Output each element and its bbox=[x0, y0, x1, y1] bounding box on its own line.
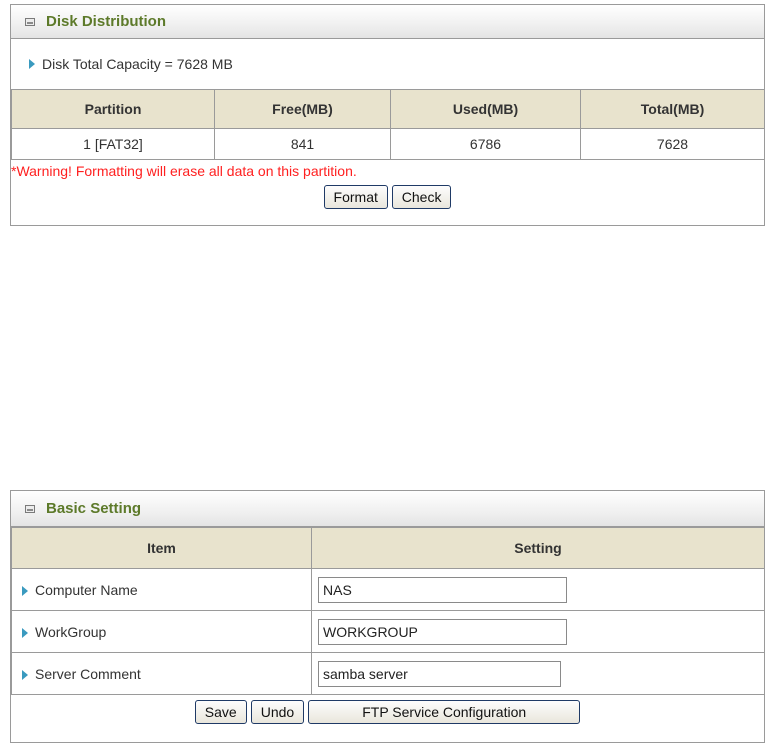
server-comment-label: Server Comment bbox=[35, 665, 141, 682]
disk-capacity-text: Disk Total Capacity = 7628 MB bbox=[42, 56, 233, 72]
workgroup-label: WorkGroup bbox=[35, 623, 107, 640]
partition-cell: 1 [FAT32] bbox=[11, 128, 215, 160]
setting-row-server-comment: Server Comment bbox=[11, 652, 765, 695]
used-cell: 6786 bbox=[390, 128, 581, 160]
bullet-arrow-icon bbox=[22, 669, 28, 680]
basic-panel-header: Basic Setting bbox=[11, 491, 764, 527]
setting-row-workgroup: WorkGroup bbox=[11, 610, 765, 653]
col-setting: Setting bbox=[311, 527, 765, 569]
panel-window-icon bbox=[25, 17, 35, 26]
undo-button[interactable]: Undo bbox=[250, 699, 305, 724]
format-warning: *Warning! Formatting will erase all data… bbox=[11, 163, 357, 179]
total-cell: 7628 bbox=[580, 128, 765, 160]
server-comment-item: Server Comment bbox=[11, 652, 312, 695]
partition-table-header: Partition Free(MB) Used(MB) Total(MB) bbox=[11, 89, 765, 129]
check-button[interactable]: Check bbox=[391, 185, 452, 209]
disk-panel-header: Disk Distribution bbox=[11, 5, 764, 39]
computer-name-input[interactable] bbox=[318, 576, 567, 603]
bullet-arrow-icon bbox=[22, 585, 28, 596]
table-row: 1 [FAT32] 841 6786 7628 bbox=[11, 128, 765, 160]
col-used: Used(MB) bbox=[390, 89, 581, 129]
workgroup-input[interactable] bbox=[318, 618, 567, 645]
bullet-arrow-icon bbox=[22, 627, 28, 638]
computer-name-item: Computer Name bbox=[11, 568, 312, 611]
settings-table: Item Setting Computer Name WorkGroup bbox=[11, 527, 765, 695]
disk-panel-title: Disk Distribution bbox=[46, 13, 167, 30]
server-comment-input[interactable] bbox=[318, 660, 561, 687]
format-button[interactable]: Format bbox=[323, 185, 388, 209]
basic-panel-title: Basic Setting bbox=[46, 500, 142, 517]
disk-distribution-panel: Disk Distribution Disk Total Capacity = … bbox=[10, 4, 765, 226]
free-cell: 841 bbox=[214, 128, 391, 160]
col-item: Item bbox=[11, 527, 312, 569]
col-total: Total(MB) bbox=[580, 89, 765, 129]
disk-button-row: Format Check bbox=[11, 185, 764, 209]
workgroup-setting bbox=[311, 610, 765, 653]
computer-name-label: Computer Name bbox=[35, 581, 138, 598]
basic-button-row: Save Undo FTP Service Configuration bbox=[11, 695, 764, 728]
bullet-arrow-icon bbox=[29, 59, 35, 69]
workgroup-item: WorkGroup bbox=[11, 610, 312, 653]
settings-table-header: Item Setting bbox=[11, 527, 765, 569]
ftp-service-config-button[interactable]: FTP Service Configuration bbox=[308, 699, 581, 724]
basic-setting-panel: Basic Setting Item Setting Computer Name… bbox=[10, 490, 765, 743]
computer-name-setting bbox=[311, 568, 765, 611]
partition-table: Partition Free(MB) Used(MB) Total(MB) 1 … bbox=[11, 89, 765, 160]
setting-row-computer-name: Computer Name bbox=[11, 568, 765, 611]
disk-capacity-row: Disk Total Capacity = 7628 MB bbox=[11, 39, 764, 89]
panel-window-icon bbox=[25, 504, 35, 513]
col-free: Free(MB) bbox=[214, 89, 391, 129]
col-partition: Partition bbox=[11, 89, 215, 129]
server-comment-setting bbox=[311, 652, 765, 695]
save-button[interactable]: Save bbox=[194, 699, 247, 724]
